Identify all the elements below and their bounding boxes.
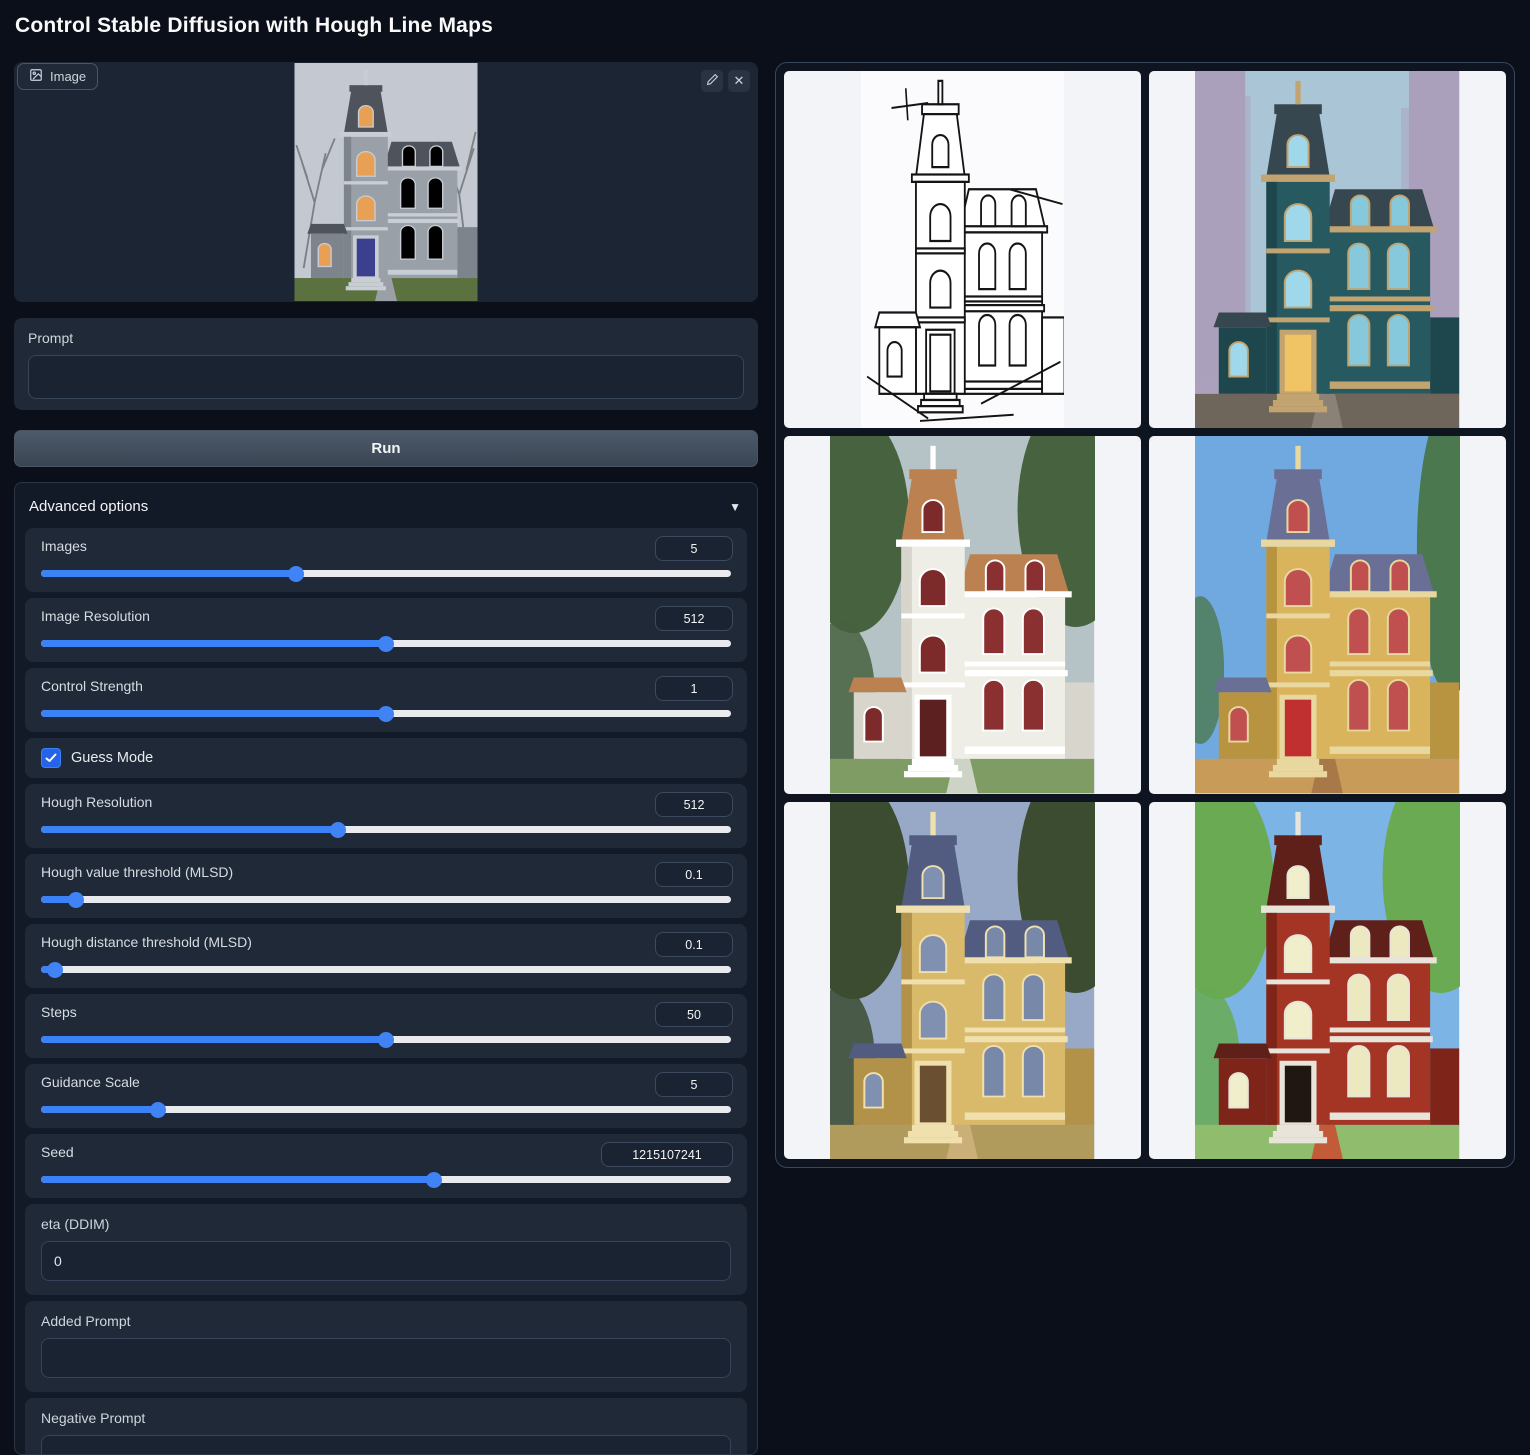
slider-label-hough-distance-threshold: Hough distance threshold (MLSD): [41, 934, 731, 950]
accordion-title: Advanced options: [29, 498, 148, 515]
gallery-image-yellow-house: [1195, 436, 1459, 793]
advanced-options-accordion: Advanced options ▼ Images5Image Resoluti…: [14, 482, 758, 1455]
checkbox-label-guess-mode: Guess Mode: [71, 750, 153, 766]
slider-value-input-guidance-scale[interactable]: 5: [655, 1072, 733, 1097]
slider-handle-image-resolution[interactable]: [378, 636, 394, 652]
image-badge-label: Image: [50, 69, 86, 84]
number-input-eta-ddim[interactable]: [41, 1241, 731, 1281]
slider-fill-control-strength: [41, 710, 386, 717]
text-input-negative-prompt[interactable]: [41, 1435, 731, 1455]
slider-fill-hough-resolution: [41, 826, 338, 833]
slider-handle-images[interactable]: [288, 566, 304, 582]
slider-track-hough-distance-threshold[interactable]: [41, 966, 731, 973]
output-gallery: [775, 62, 1515, 1168]
text-row-negative-prompt: Negative Prompt: [25, 1398, 747, 1455]
text-row-added-prompt: Added Prompt: [25, 1301, 747, 1392]
prompt-block: Prompt: [14, 318, 758, 410]
advanced-rows: Images5Image Resolution512Control Streng…: [15, 528, 757, 1455]
text-input-added-prompt[interactable]: [41, 1338, 731, 1378]
slider-fill-images: [41, 570, 296, 577]
input-label-negative-prompt: Negative Prompt: [41, 1410, 731, 1426]
slider-value-input-image-resolution[interactable]: 512: [655, 606, 733, 631]
gallery-image-teal-house: [1195, 71, 1459, 428]
close-icon: ✕: [734, 73, 745, 89]
input-image[interactable]: [295, 63, 478, 301]
slider-handle-hough-value-threshold[interactable]: [68, 892, 84, 908]
slider-row-hough-distance-threshold: Hough distance threshold (MLSD)0.1: [25, 924, 747, 988]
slider-row-seed: Seed1215107241: [25, 1134, 747, 1198]
slider-value-input-images[interactable]: 5: [655, 536, 733, 561]
slider-handle-steps[interactable]: [378, 1032, 394, 1048]
input-label-added-prompt: Added Prompt: [41, 1313, 731, 1329]
slider-track-hough-resolution[interactable]: [41, 826, 731, 833]
page-title: Control Stable Diffusion with Hough Line…: [15, 14, 493, 38]
image-type-badge: Image: [17, 63, 98, 90]
slider-row-images: Images5: [25, 528, 747, 592]
gallery-item-6-red-house[interactable]: [1149, 802, 1506, 1159]
slider-value-input-hough-distance-threshold[interactable]: 0.1: [655, 932, 733, 957]
gallery-item-1-hough-line-map[interactable]: [784, 71, 1141, 428]
slider-row-control-strength: Control Strength1: [25, 668, 747, 732]
slider-track-images[interactable]: [41, 570, 731, 577]
slider-handle-hough-distance-threshold[interactable]: [47, 962, 63, 978]
slider-label-images: Images: [41, 538, 731, 554]
slider-value-input-seed[interactable]: 1215107241: [601, 1142, 733, 1167]
slider-label-control-strength: Control Strength: [41, 678, 731, 694]
slider-row-hough-value-threshold: Hough value threshold (MLSD)0.1: [25, 854, 747, 918]
slider-handle-guidance-scale[interactable]: [150, 1102, 166, 1118]
input-label-eta-ddim: eta (DDIM): [41, 1216, 731, 1232]
slider-track-guidance-scale[interactable]: [41, 1106, 731, 1113]
edit-button[interactable]: [701, 70, 723, 92]
slider-track-image-resolution[interactable]: [41, 640, 731, 647]
slider-label-guidance-scale: Guidance Scale: [41, 1074, 731, 1090]
slider-value-input-hough-value-threshold[interactable]: 0.1: [655, 862, 733, 887]
slider-fill-guidance-scale: [41, 1106, 158, 1113]
slider-label-image-resolution: Image Resolution: [41, 608, 731, 624]
gallery-image-red-house: [1195, 802, 1459, 1159]
chevron-down-icon: ▼: [729, 500, 741, 514]
slider-value-input-steps[interactable]: 50: [655, 1002, 733, 1027]
slider-track-steps[interactable]: [41, 1036, 731, 1043]
checkbox-guess-mode[interactable]: [41, 748, 61, 768]
gallery-item-5-gold-house[interactable]: [784, 802, 1141, 1159]
slider-track-seed[interactable]: [41, 1176, 731, 1183]
clear-button[interactable]: ✕: [728, 70, 750, 92]
pencil-icon: [706, 73, 719, 89]
input-image-panel[interactable]: Image ✕: [14, 62, 758, 302]
slider-row-guidance-scale: Guidance Scale5: [25, 1064, 747, 1128]
gallery-item-2-teal-house[interactable]: [1149, 71, 1506, 428]
run-button[interactable]: Run: [14, 430, 758, 467]
slider-value-input-control-strength[interactable]: 1: [655, 676, 733, 701]
gallery-item-4-yellow-house[interactable]: [1149, 436, 1506, 793]
gallery-item-3-white-house[interactable]: [784, 436, 1141, 793]
gallery-image-hough-line-map: [861, 71, 1064, 428]
accordion-header[interactable]: Advanced options ▼: [15, 483, 757, 528]
slider-fill-seed: [41, 1176, 434, 1183]
prompt-label: Prompt: [28, 330, 744, 346]
gallery-image-white-house: [830, 436, 1094, 793]
slider-handle-hough-resolution[interactable]: [330, 822, 346, 838]
prompt-input[interactable]: [28, 355, 744, 399]
slider-label-hough-resolution: Hough Resolution: [41, 794, 731, 810]
slider-row-steps: Steps50: [25, 994, 747, 1058]
gallery-image-gold-house: [830, 802, 1094, 1159]
image-icon: [29, 68, 43, 85]
check-icon: [45, 753, 57, 763]
number-row-eta-ddim: eta (DDIM): [25, 1204, 747, 1295]
slider-fill-image-resolution: [41, 640, 386, 647]
slider-row-hough-resolution: Hough Resolution512: [25, 784, 747, 848]
slider-value-input-hough-resolution[interactable]: 512: [655, 792, 733, 817]
slider-label-steps: Steps: [41, 1004, 731, 1020]
slider-handle-seed[interactable]: [426, 1172, 442, 1188]
slider-row-image-resolution: Image Resolution512: [25, 598, 747, 662]
slider-track-hough-value-threshold[interactable]: [41, 896, 731, 903]
slider-track-control-strength[interactable]: [41, 710, 731, 717]
checkbox-row-guess-mode: Guess Mode: [25, 738, 747, 778]
slider-label-hough-value-threshold: Hough value threshold (MLSD): [41, 864, 731, 880]
slider-handle-control-strength[interactable]: [378, 706, 394, 722]
slider-fill-steps: [41, 1036, 386, 1043]
